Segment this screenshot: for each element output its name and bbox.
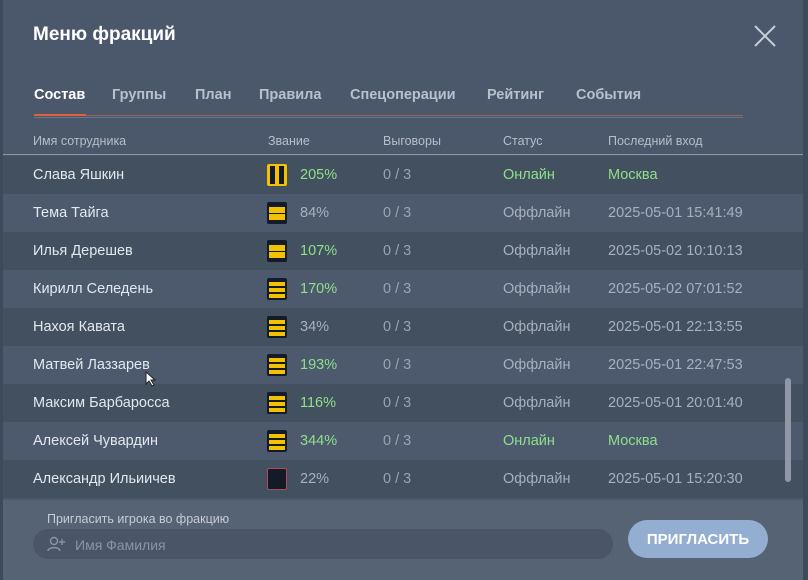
table-row[interactable]: Александр Ильиичев 22% 0 / 3 Оффлайн 202… bbox=[3, 460, 803, 498]
member-name: Нахоя Кавата bbox=[33, 319, 125, 335]
last-login: 2025-05-01 15:41:49 bbox=[608, 205, 743, 221]
status-text: Онлайн bbox=[503, 167, 555, 183]
warnings-count: 0 / 3 bbox=[383, 205, 412, 221]
invite-panel: Пригласить игрока во фракцию ПРИГЛАСИТЬ bbox=[3, 500, 803, 580]
close-icon[interactable] bbox=[753, 24, 777, 48]
header-warnings: Выговоры bbox=[383, 134, 441, 148]
rank-percent: 107% bbox=[300, 243, 338, 259]
header-last-login: Последний вход bbox=[608, 134, 703, 148]
rank-3-stripes-icon bbox=[267, 316, 287, 338]
table-row[interactable]: Тема Тайга 84% 0 / 3 Оффлайн 2025-05-01 … bbox=[3, 194, 803, 232]
rank-percent: 84% bbox=[300, 205, 330, 221]
rank-3-stripes-icon bbox=[267, 354, 287, 376]
header-name: Имя сотрудника bbox=[33, 134, 127, 148]
member-name: Кирилл Селедень bbox=[33, 281, 154, 297]
rank-leader-icon bbox=[267, 164, 287, 186]
rank-2-stripes-icon bbox=[267, 240, 287, 262]
header-status: Статус bbox=[503, 134, 543, 148]
window-title: Меню фракций bbox=[33, 24, 176, 45]
table-header: Имя сотрудника Звание Выговоры Статус По… bbox=[3, 132, 803, 154]
warnings-count: 0 / 3 bbox=[383, 395, 412, 411]
last-login: Москва bbox=[608, 167, 658, 183]
warnings-count: 0 / 3 bbox=[383, 319, 412, 335]
last-login: 2025-05-02 07:01:52 bbox=[608, 281, 743, 297]
mouse-cursor-icon bbox=[145, 371, 157, 387]
rank-percent: 205% bbox=[300, 167, 338, 183]
status-text: Оффлайн bbox=[503, 319, 571, 335]
tab-bar: Состав Группы План Правила Спецоперации … bbox=[34, 87, 743, 118]
table-row[interactable]: Кирилл Селедень 170% 0 / 3 Оффлайн 2025-… bbox=[3, 270, 803, 308]
rank-3-stripes-icon bbox=[267, 278, 287, 300]
last-login: 2025-05-01 20:01:40 bbox=[608, 395, 743, 411]
invite-label: Пригласить игрока во фракцию bbox=[47, 512, 230, 526]
add-user-icon bbox=[47, 536, 65, 552]
invite-input-container[interactable] bbox=[33, 529, 613, 559]
tab-groups[interactable]: Группы bbox=[112, 87, 166, 103]
member-name: Тема Тайга bbox=[33, 205, 109, 221]
member-name: Максим Барбаросса bbox=[33, 395, 170, 411]
tab-divider bbox=[86, 115, 743, 116]
rank-percent: 193% bbox=[300, 357, 338, 373]
warnings-count: 0 / 3 bbox=[383, 167, 412, 183]
status-text: Оффлайн bbox=[503, 395, 571, 411]
member-name: Илья Дерешев bbox=[33, 243, 133, 259]
tab-events[interactable]: События bbox=[576, 87, 641, 103]
rank-percent: 170% bbox=[300, 281, 338, 297]
last-login: Москва bbox=[608, 433, 658, 449]
header-rank: Звание bbox=[268, 134, 310, 148]
warnings-count: 0 / 3 bbox=[383, 433, 412, 449]
active-tab-indicator bbox=[34, 114, 86, 116]
member-name: Александр Ильиичев bbox=[33, 471, 176, 487]
member-name: Алексей Чувардин bbox=[33, 433, 158, 449]
status-text: Оффлайн bbox=[503, 205, 571, 221]
table-row[interactable]: Нахоя Кавата 34% 0 / 3 Оффлайн 2025-05-0… bbox=[3, 308, 803, 346]
last-login: 2025-05-02 10:10:13 bbox=[608, 243, 743, 259]
rank-percent: 34% bbox=[300, 319, 330, 335]
rank-percent: 22% bbox=[300, 471, 330, 487]
last-login: 2025-05-01 15:20:30 bbox=[608, 471, 743, 487]
header-divider bbox=[3, 154, 803, 155]
table-row[interactable]: Алексей Чувардин 344% 0 / 3 Онлайн Москв… bbox=[3, 422, 803, 460]
status-text: Оффлайн bbox=[503, 243, 571, 259]
status-text: Оффлайн bbox=[503, 357, 571, 373]
table-row[interactable]: Максим Барбаросса 116% 0 / 3 Оффлайн 202… bbox=[3, 384, 803, 422]
member-name: Матвей Лаззарев bbox=[33, 357, 150, 373]
invite-name-input[interactable] bbox=[73, 535, 597, 555]
tab-plan[interactable]: План bbox=[195, 87, 231, 103]
rank-percent: 344% bbox=[300, 433, 338, 449]
rank-3-stripes-icon bbox=[267, 430, 287, 452]
last-login: 2025-05-01 22:47:53 bbox=[608, 357, 743, 373]
rank-2-stripes-icon bbox=[267, 202, 287, 224]
rank-3-stripes-icon bbox=[267, 392, 287, 414]
status-text: Онлайн bbox=[503, 433, 555, 449]
tab-rating[interactable]: Рейтинг bbox=[487, 87, 544, 103]
member-name: Слава Яшкин bbox=[33, 167, 125, 183]
warnings-count: 0 / 3 bbox=[383, 281, 412, 297]
status-text: Оффлайн bbox=[503, 471, 571, 487]
tab-special-ops[interactable]: Спецоперации bbox=[350, 87, 456, 103]
rank-empty-icon bbox=[267, 468, 287, 490]
table-row[interactable]: Слава Яшкин 205% 0 / 3 Онлайн Москва bbox=[3, 156, 803, 194]
tab-staff[interactable]: Состав bbox=[34, 87, 85, 103]
faction-menu-window: Меню фракций Состав Группы План Правила … bbox=[3, 0, 803, 580]
table-row[interactable]: Матвей Лаззарев 193% 0 / 3 Оффлайн 2025-… bbox=[3, 346, 803, 384]
warnings-count: 0 / 3 bbox=[383, 357, 412, 373]
last-login: 2025-05-01 22:13:55 bbox=[608, 319, 743, 335]
scrollbar-thumb[interactable] bbox=[785, 378, 791, 482]
table-row[interactable]: Илья Дерешев 107% 0 / 3 Оффлайн 2025-05-… bbox=[3, 232, 803, 270]
tab-rules[interactable]: Правила bbox=[259, 87, 321, 103]
status-text: Оффлайн bbox=[503, 281, 571, 297]
warnings-count: 0 / 3 bbox=[383, 243, 412, 259]
rank-percent: 116% bbox=[300, 395, 337, 411]
warnings-count: 0 / 3 bbox=[383, 471, 412, 487]
invite-button[interactable]: ПРИГЛАСИТЬ bbox=[628, 520, 768, 558]
